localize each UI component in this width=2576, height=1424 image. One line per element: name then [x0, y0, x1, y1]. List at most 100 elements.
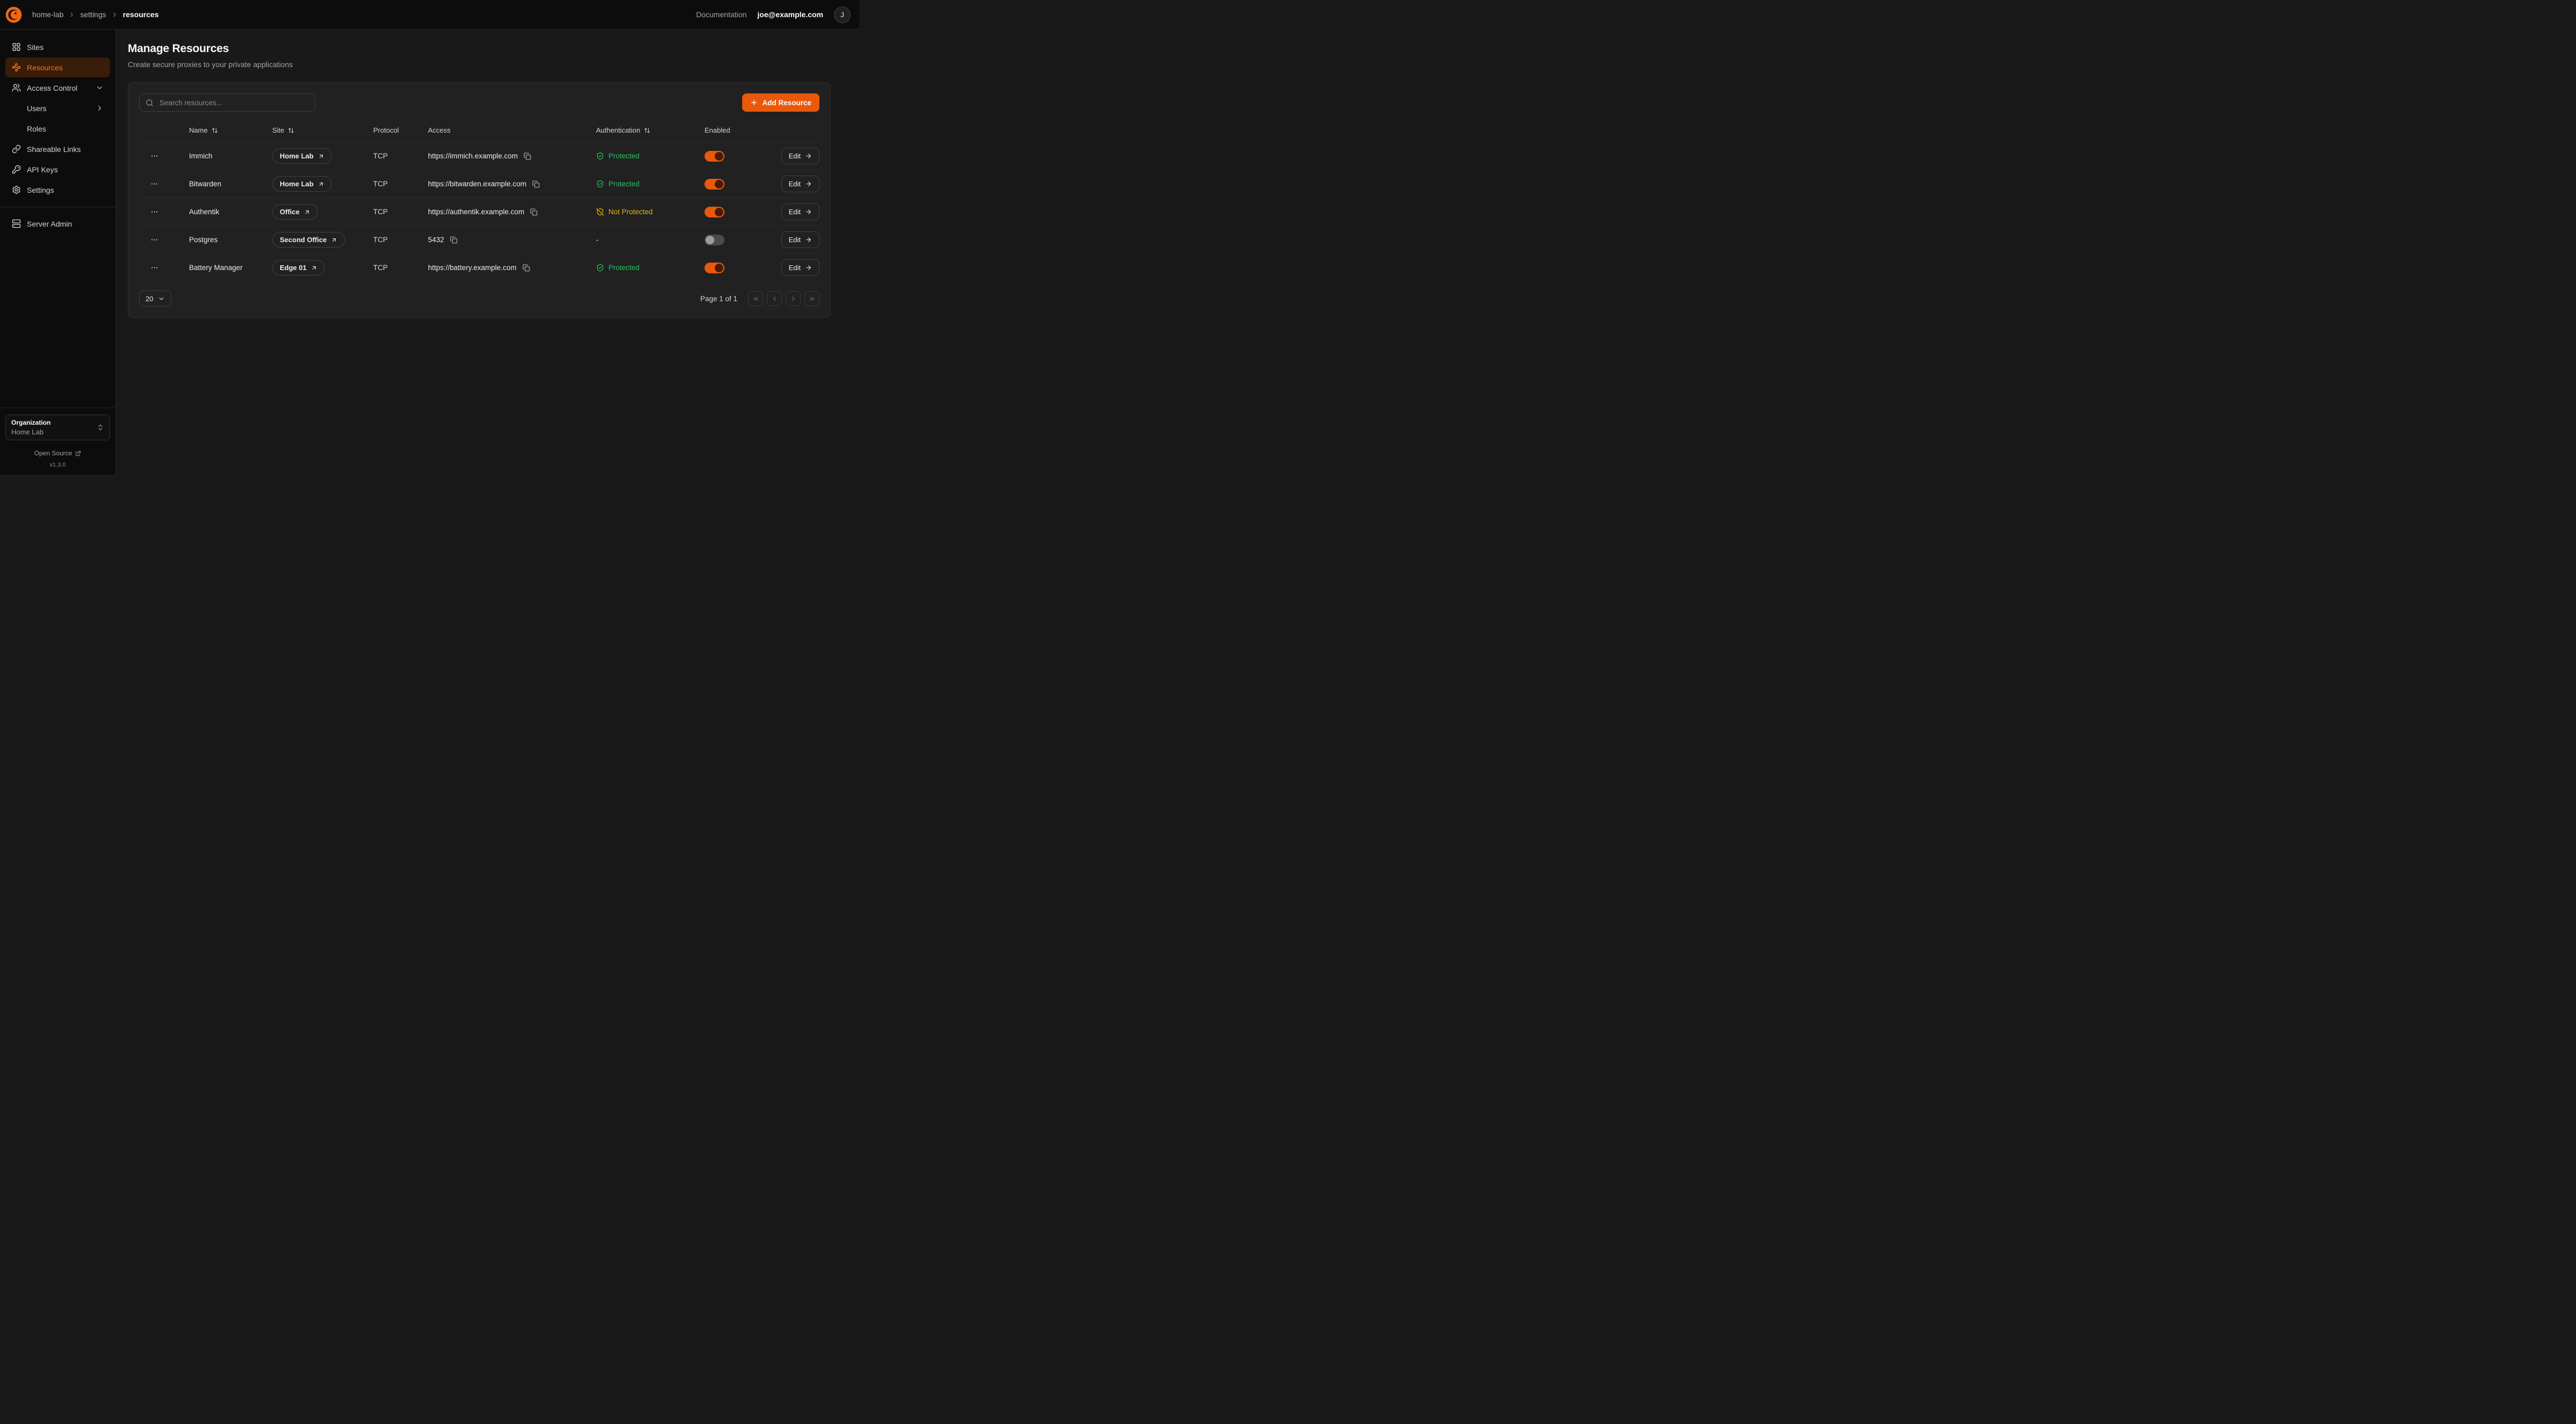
- organization-selector[interactable]: Organization Home Lab: [5, 415, 110, 440]
- sidebar-item-sites[interactable]: Sites: [5, 37, 110, 57]
- page-title: Manage Resources: [128, 42, 831, 55]
- enabled-toggle[interactable]: [705, 179, 724, 190]
- sidebar-item-shareable-links[interactable]: Shareable Links: [5, 139, 110, 159]
- pager-buttons: [748, 291, 819, 306]
- breadcrumb-item-resources: resources: [123, 10, 159, 19]
- edit-button[interactable]: Edit: [781, 231, 819, 248]
- copy-icon[interactable]: [450, 236, 458, 244]
- sidebar-item-server-admin[interactable]: Server Admin: [5, 214, 110, 234]
- organization-value: Home Lab: [11, 428, 92, 436]
- gear-icon: [12, 185, 21, 194]
- first-page-button[interactable]: [748, 291, 763, 306]
- table-row: Postgres Second Office TCP 5432 - Edit: [139, 226, 819, 253]
- edit-button[interactable]: Edit: [781, 176, 819, 192]
- waypoints-icon: [12, 63, 21, 72]
- previous-page-button[interactable]: [767, 291, 782, 306]
- chevrons-up-down-icon: [97, 424, 104, 431]
- copy-icon[interactable]: [523, 264, 530, 272]
- avatar[interactable]: J: [834, 6, 851, 23]
- site-link-label: Edge 01: [280, 264, 307, 272]
- sidebar-item-api-keys[interactable]: API Keys: [5, 159, 110, 179]
- documentation-link[interactable]: Documentation: [696, 10, 746, 19]
- column-header-name[interactable]: Name: [189, 126, 272, 134]
- search-input[interactable]: [158, 98, 309, 107]
- organization-label: Organization: [11, 419, 92, 426]
- edit-button-label: Edit: [789, 236, 801, 244]
- row-menu-button[interactable]: [147, 234, 162, 246]
- resource-protocol: TCP: [373, 180, 428, 188]
- last-page-button[interactable]: [804, 291, 819, 306]
- site-link[interactable]: Home Lab: [272, 176, 332, 192]
- row-menu-button[interactable]: [147, 206, 162, 219]
- ellipsis-icon: [150, 180, 158, 188]
- shield-check-icon: [596, 180, 604, 188]
- sidebar-item-label: Shareable Links: [27, 145, 81, 154]
- next-page-button[interactable]: [786, 291, 801, 306]
- access-url: https://bitwarden.example.com: [428, 180, 526, 188]
- row-menu-button[interactable]: [147, 150, 162, 163]
- add-resource-label: Add Resource: [762, 99, 811, 107]
- external-link-icon: [75, 451, 81, 456]
- server-icon: [12, 219, 21, 228]
- auth-status-label: Protected: [608, 264, 640, 272]
- page-size-select[interactable]: 20: [139, 290, 171, 307]
- card-footer: 20 Page 1 of 1: [139, 290, 819, 307]
- edit-button[interactable]: Edit: [781, 204, 819, 220]
- table-row: Authentik Office TCP https://authentik.e…: [139, 198, 819, 226]
- column-header-label: Site: [272, 126, 284, 134]
- shield-check-icon: [596, 152, 604, 160]
- user-email[interactable]: joe@example.com: [757, 10, 823, 19]
- page-subtitle: Create secure proxies to your private ap…: [128, 60, 831, 69]
- sidebar-item-users[interactable]: Users: [5, 98, 110, 118]
- access-url: https://immich.example.com: [428, 152, 518, 160]
- organization-text: Organization Home Lab: [11, 419, 92, 436]
- breadcrumb-item-settings[interactable]: settings: [80, 10, 106, 19]
- resource-protocol: TCP: [373, 208, 428, 216]
- site-link[interactable]: Second Office: [272, 232, 345, 248]
- arrow-up-right-icon: [318, 153, 324, 159]
- site-link-label: Second Office: [280, 236, 326, 244]
- breadcrumb-item-home-lab[interactable]: home-lab: [32, 10, 63, 19]
- site-link[interactable]: Edge 01: [272, 260, 325, 275]
- sort-icon: [644, 127, 650, 134]
- ellipsis-icon: [150, 152, 158, 160]
- edit-button[interactable]: Edit: [781, 148, 819, 164]
- breadcrumb-separator-icon: [68, 11, 75, 18]
- sidebar-item-settings[interactable]: Settings: [5, 180, 110, 200]
- column-header-site[interactable]: Site: [272, 126, 373, 134]
- resource-name: Bitwarden: [189, 180, 272, 188]
- site-link[interactable]: Office: [272, 204, 318, 220]
- copy-icon[interactable]: [530, 208, 538, 216]
- enabled-toggle[interactable]: [705, 151, 724, 162]
- column-header-authentication[interactable]: Authentication: [596, 126, 705, 134]
- column-header-label: Name: [189, 126, 208, 134]
- table-row: Immich Home Lab TCP https://immich.examp…: [139, 142, 819, 170]
- app-logo-icon: [4, 5, 23, 24]
- sort-icon: [288, 127, 294, 134]
- open-source-link[interactable]: Open Source: [5, 449, 110, 457]
- add-resource-button[interactable]: Add Resource: [742, 93, 819, 112]
- site-link[interactable]: Home Lab: [272, 148, 332, 164]
- sidebar-item-access-control[interactable]: Access Control: [5, 78, 110, 98]
- chevron-down-icon: [158, 295, 165, 302]
- row-menu-button[interactable]: [147, 178, 162, 191]
- arrow-right-icon: [805, 180, 812, 187]
- enabled-toggle[interactable]: [705, 263, 724, 273]
- sort-icon: [212, 127, 218, 134]
- toggle-knob: [715, 180, 723, 188]
- resource-name: Battery Manager: [189, 264, 272, 272]
- copy-icon[interactable]: [524, 152, 531, 160]
- edit-button[interactable]: Edit: [781, 259, 819, 276]
- enabled-toggle[interactable]: [705, 207, 724, 217]
- column-header-access: Access: [428, 126, 596, 134]
- arrow-up-right-icon: [318, 181, 324, 187]
- open-source-label: Open Source: [34, 449, 72, 457]
- arrow-right-icon: [805, 152, 812, 159]
- toggle-knob: [715, 208, 723, 216]
- copy-icon[interactable]: [532, 180, 540, 188]
- sidebar-item-resources[interactable]: Resources: [5, 57, 110, 77]
- enabled-toggle[interactable]: [705, 235, 724, 245]
- row-menu-button[interactable]: [147, 261, 162, 274]
- sidebar-item-roles[interactable]: Roles: [5, 119, 110, 139]
- ellipsis-icon: [150, 264, 158, 272]
